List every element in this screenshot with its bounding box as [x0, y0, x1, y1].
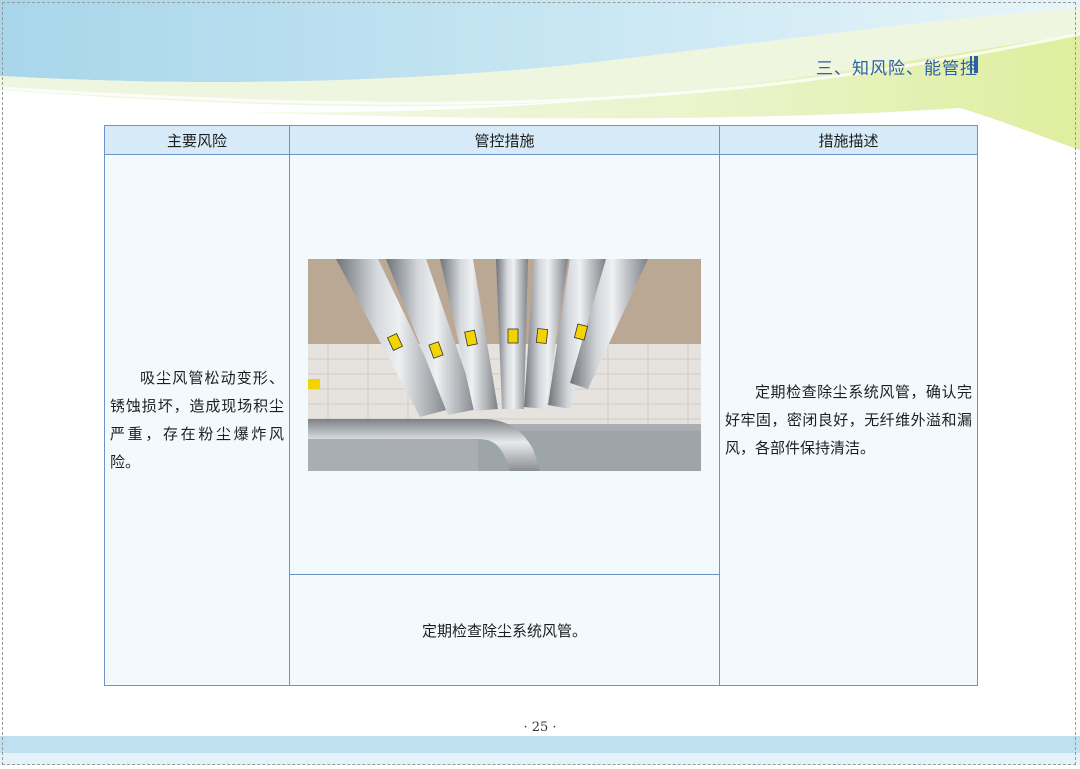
risk-cell: 吸尘风管松动变形、锈蚀损坏，造成现场积尘严重，存在粉尘爆炸风险。: [104, 154, 290, 686]
description-text: 定期检查除尘系统风管，确认完好牢固，密闭良好，无纤维外溢和漏风，各部件保持清洁。: [725, 383, 972, 457]
photo-cell: [289, 154, 720, 575]
risk-control-table: 主要风险 管控措施 措施描述 吸尘风管松动变形、锈蚀损坏，造成现场积尘严重，存在…: [104, 125, 978, 686]
duct-photo: [308, 258, 701, 471]
table-header-row: 主要风险 管控措施 措施描述: [104, 125, 978, 155]
footer-band-light: [0, 753, 1080, 765]
section-marker-icon: [970, 56, 978, 73]
header-measure-description: 措施描述: [719, 125, 978, 155]
page-number: · 25 ·: [523, 720, 557, 735]
table-row: 吸尘风管松动变形、锈蚀损坏，造成现场积尘严重，存在粉尘爆炸风险。 定期检查除尘系…: [104, 154, 978, 686]
control-measure-cell: 定期检查除尘系统风管。: [289, 574, 720, 686]
control-measure-text: 定期检查除尘系统风管。: [421, 621, 587, 640]
risk-text: 吸尘风管松动变形、锈蚀损坏，造成现场积尘严重，存在粉尘爆炸风险。: [110, 369, 284, 471]
description-cell: 定期检查除尘系统风管，确认完好牢固，密闭良好，无纤维外溢和漏风，各部件保持清洁。: [719, 154, 978, 686]
section-title: 三、知风险、能管控: [816, 59, 978, 79]
header-main-risk: 主要风险: [104, 125, 290, 155]
footer-band: [0, 736, 1080, 753]
header-control-measures: 管控措施: [289, 125, 720, 155]
